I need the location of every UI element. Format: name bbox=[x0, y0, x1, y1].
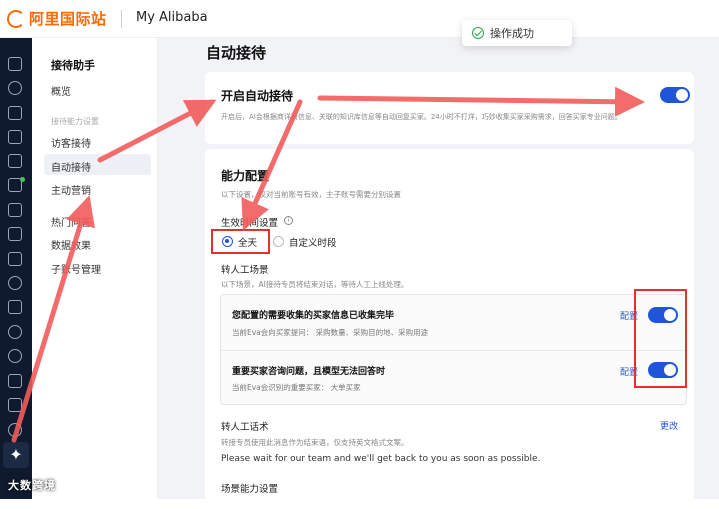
radio-custom[interactable] bbox=[273, 236, 284, 247]
home-icon[interactable] bbox=[8, 57, 22, 71]
money-icon[interactable] bbox=[8, 374, 22, 388]
scene-divider bbox=[221, 350, 686, 351]
annotation-box-toggles bbox=[634, 289, 687, 388]
check-circle-icon bbox=[472, 27, 484, 39]
bag-icon[interactable] bbox=[8, 106, 22, 120]
scene-ability-label: 场景能力设置 bbox=[221, 484, 279, 495]
scene-desc: 当前Eva会向买家提问： 采购数量、采购目的地、采购用途 bbox=[232, 328, 429, 337]
time-setting-label: 生效时间设置 bbox=[221, 218, 279, 229]
share-icon[interactable] bbox=[8, 423, 22, 437]
scene-title: 您配置的需要收集的买家信息已收集完毕 bbox=[232, 311, 395, 321]
ai-assistant-icon[interactable]: ✦ bbox=[3, 442, 29, 468]
script-edit-link[interactable]: 更改 bbox=[660, 419, 678, 432]
header-divider bbox=[121, 10, 122, 28]
sidebar-item-visitor[interactable]: 访客接待 bbox=[51, 135, 91, 150]
sidebar-item-overview[interactable]: 概览 bbox=[51, 83, 71, 98]
transfer-desc: 以下场景，AI接待专员将结束对话，等待人工上线处理。 bbox=[221, 280, 409, 289]
toast-text: 操作成功 bbox=[490, 27, 534, 40]
script-text: Please wait for our team and we'll get b… bbox=[221, 454, 541, 464]
auto-reception-title: 开启自动接待 bbox=[221, 89, 294, 103]
info-icon[interactable]: i bbox=[284, 216, 293, 225]
transfer-label: 转人工场景 bbox=[221, 265, 269, 276]
success-toast: 操作成功 bbox=[462, 20, 572, 46]
sidebar-item-auto-reception[interactable]: 自动接待 bbox=[51, 159, 91, 174]
message-icon[interactable] bbox=[8, 252, 22, 266]
icon-rail: ✦ bbox=[0, 38, 32, 499]
alibaba-logo-icon bbox=[7, 9, 25, 28]
top-bar: 阿里国际站 My Alibaba bbox=[0, 0, 719, 38]
sidebar-title: 接待助手 bbox=[51, 59, 95, 72]
annotation-box-all-day bbox=[211, 229, 270, 254]
globe-icon[interactable] bbox=[8, 325, 22, 339]
page-title: 自动接待 bbox=[206, 44, 267, 62]
sidebar-section-label: 接待能力设置 bbox=[51, 117, 99, 126]
radio-custom-label: 自定义时段 bbox=[289, 238, 337, 249]
watermark: 大数跨境 bbox=[8, 479, 56, 492]
sidebar: 接待助手 概览 接待能力设置 访客接待 自动接待 主动营销 热门问答 数据效果 … bbox=[32, 38, 158, 499]
scene-title: 重要买家咨询问题，且模型无法回答时 bbox=[232, 367, 386, 377]
sidebar-item-subaccount[interactable]: 子账号管理 bbox=[51, 261, 101, 276]
users-icon[interactable] bbox=[8, 276, 22, 290]
app-title: My Alibaba bbox=[136, 10, 208, 25]
brand-name: 阿里国际站 bbox=[29, 10, 107, 28]
script-desc: 转接专员使用此消息作为结束语，仅支持英文格式文案。 bbox=[221, 438, 409, 447]
ticket-icon[interactable] bbox=[8, 227, 22, 241]
ability-config-card: 能力配置 以下设置，仅对当前账号有效，主子账号需要分别设置 生效时间设置 i 全… bbox=[205, 149, 694, 509]
ability-title: 能力配置 bbox=[221, 169, 270, 183]
notification-dot bbox=[20, 177, 25, 182]
main-content: 自动接待 开启自动接待 开启后，AI会根据商详页信息、关联的知识库信息等自动回复… bbox=[158, 38, 719, 509]
doc-icon[interactable] bbox=[8, 203, 22, 217]
bell-icon[interactable] bbox=[8, 349, 22, 363]
sidebar-item-faq[interactable]: 热门问答 bbox=[51, 214, 91, 229]
sidebar-item-data[interactable]: 数据效果 bbox=[51, 237, 91, 252]
script-label: 转人工话术 bbox=[221, 422, 269, 433]
clipboard-icon[interactable] bbox=[8, 300, 22, 314]
auto-reception-toggle[interactable] bbox=[660, 87, 690, 103]
star-icon[interactable] bbox=[8, 81, 22, 95]
scene-list: 您配置的需要收集的买家信息已收集完毕 当前Eva会向买家提问： 采购数量、采购目… bbox=[220, 294, 687, 405]
auto-reception-card: 开启自动接待 开启后，AI会根据商详页信息、关联的知识库信息等自动回复买家。24… bbox=[205, 72, 694, 144]
scene-desc: 当前Eva会识别的重要买家： 大单买家 bbox=[232, 383, 361, 392]
shop-icon[interactable] bbox=[8, 130, 22, 144]
alibaba-logo[interactable]: 阿里国际站 bbox=[7, 8, 107, 29]
ability-desc: 以下设置，仅对当前账号有效，主子账号需要分别设置 bbox=[221, 190, 401, 199]
auto-reception-desc: 开启后，AI会根据商详页信息、关联的知识库信息等自动回复买家。24小时不打烊，巧… bbox=[221, 113, 622, 121]
video-icon[interactable] bbox=[8, 154, 22, 168]
shield-icon[interactable] bbox=[8, 398, 22, 412]
sidebar-item-marketing[interactable]: 主动营销 bbox=[51, 182, 91, 197]
